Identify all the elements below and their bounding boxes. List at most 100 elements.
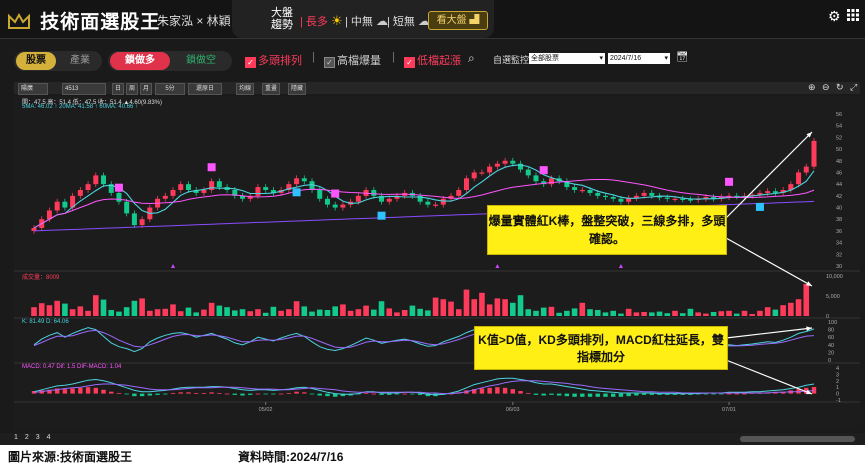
volume-bar (455, 309, 462, 316)
stock-chart[interactable]: 303234363840424446485052545610,0005,0000… (14, 96, 860, 431)
volume-bar (316, 309, 323, 316)
reset-icon[interactable]: ↻ (836, 82, 844, 93)
macd-bar (147, 393, 153, 396)
candle-body (216, 181, 222, 188)
volume-bar (556, 312, 562, 316)
kd-legend: K: 81.49 D: 64.06 (22, 319, 69, 325)
candle-body (131, 213, 137, 226)
footer-time: 資料時間:2024/7/16 (238, 450, 344, 464)
horizontal-scrollbar[interactable] (740, 436, 855, 442)
low-rise-checkbox[interactable]: ✓ 低檔起漲 (404, 52, 461, 68)
view-market-label: 看大盤 (436, 15, 467, 26)
expand-icon[interactable]: ⤢ (850, 82, 857, 93)
candle-body (185, 184, 191, 190)
volume-bar (486, 304, 493, 316)
volume-bar (378, 301, 385, 316)
lock-short-button[interactable]: 鎖做空 (172, 52, 230, 70)
footer: 圖片來源:技術面選股王 資料時間:2024/7/16 (0, 445, 865, 469)
page-tab[interactable]: 2 (25, 434, 29, 441)
search-icon[interactable]: ⌕ (468, 51, 475, 66)
macd-bar (711, 393, 716, 395)
authors-label: 朱家泓 × 林穎 (157, 14, 231, 28)
volume-bar (247, 311, 254, 316)
volume-bar (788, 302, 794, 316)
volume-bar (131, 300, 138, 316)
ma-legend: 5MA: 46.02 ↑ 20MA: 41.58 ↑ 60MA: 40.66 ↑ (22, 104, 139, 110)
stock-name-field[interactable]: 陽廣 (18, 83, 48, 95)
volume-bar (425, 310, 431, 316)
price-tick-label: 30 (836, 264, 842, 270)
volume-bar (764, 307, 771, 316)
tab-industry[interactable]: 產業 (60, 52, 100, 70)
kd-tick-label: 80 (828, 328, 834, 334)
volume-bar (579, 302, 586, 316)
macd-tick-label: 3 (836, 372, 839, 378)
candle-body (548, 178, 554, 185)
volume-bar (340, 304, 346, 316)
candle-body (371, 190, 377, 196)
macd-bar (302, 392, 307, 394)
settings-gear-icon[interactable]: ⚙ (828, 8, 841, 25)
page-tab[interactable]: 4 (47, 434, 51, 441)
stock-code-field[interactable]: 4513 (62, 83, 106, 95)
candle-body (680, 198, 686, 200)
calendar-icon[interactable]: 📅︎ (676, 52, 689, 63)
macd-bar (124, 393, 129, 395)
grid-menu-icon[interactable] (847, 9, 859, 21)
volume-bar (726, 310, 732, 316)
bull-alignment-checkbox[interactable]: ✓ 多頭排列 (245, 52, 302, 68)
volume-bar (193, 312, 199, 316)
date-picker[interactable]: 2024/7/16 ▾ (608, 53, 670, 64)
volume-bar (62, 303, 68, 316)
price-tick-label: 46 (836, 170, 842, 176)
volume-bar (533, 310, 539, 316)
kd-tick-label: 0 (828, 358, 831, 364)
volume-bar (347, 310, 354, 316)
app-logo: 技術面選股王 (8, 7, 160, 34)
adjust-select[interactable]: 還原日 (188, 83, 222, 95)
view-market-button[interactable]: 看大盤 ▟ (428, 11, 488, 30)
page-tab[interactable]: 1 (14, 434, 18, 441)
lock-long-button[interactable]: 鎖做多 (110, 52, 170, 70)
volume-bar (363, 305, 369, 316)
watch-select[interactable]: 全部股票 ▾ (529, 53, 605, 64)
period-day-button[interactable]: 日 (112, 83, 124, 95)
candle-body (101, 175, 107, 185)
volume-bar (224, 307, 230, 316)
period-5min-select[interactable]: 5分 (155, 83, 185, 95)
candle-body (687, 199, 693, 201)
macd-bar (572, 393, 577, 397)
volume-bar (602, 312, 609, 316)
zoom-in-icon[interactable]: ⊕ (808, 82, 816, 93)
period-month-button[interactable]: 月 (140, 83, 152, 95)
tab-stock[interactable]: 股票 (16, 52, 56, 70)
macd-bar (132, 393, 137, 397)
volume-bar (440, 299, 447, 316)
candle-body (649, 192, 655, 196)
candle-body (62, 201, 68, 208)
volume-bar (525, 309, 532, 316)
candle-body (85, 184, 91, 190)
candle-body (672, 198, 678, 200)
macd-bar (85, 387, 91, 394)
volume-bar (77, 306, 84, 316)
high-volume-checkbox[interactable]: ✓ 高檔爆量 (324, 52, 381, 68)
ma-button[interactable]: 均線 (236, 83, 254, 95)
macd-bar (278, 393, 284, 395)
redraw-button[interactable]: 重畫 (262, 83, 280, 95)
volume-bar (703, 313, 709, 316)
macd-tick-label: 1 (836, 385, 839, 391)
market-trend-title: 大盤趨勢 (271, 7, 293, 31)
page-tab[interactable]: 3 (36, 434, 40, 441)
sell-signal-marker (755, 202, 764, 211)
macd-bar (209, 392, 214, 394)
macd-bar (294, 391, 299, 394)
macd-bar (726, 393, 732, 395)
volume-bar (177, 311, 184, 316)
hide-button[interactable]: 隱藏 (288, 83, 306, 95)
period-week-button[interactable]: 周 (126, 83, 138, 95)
macd-bar (618, 393, 624, 397)
volume-bar (54, 300, 60, 316)
zoom-out-icon[interactable]: ⊖ (822, 82, 830, 93)
bottom-bar (0, 433, 865, 445)
